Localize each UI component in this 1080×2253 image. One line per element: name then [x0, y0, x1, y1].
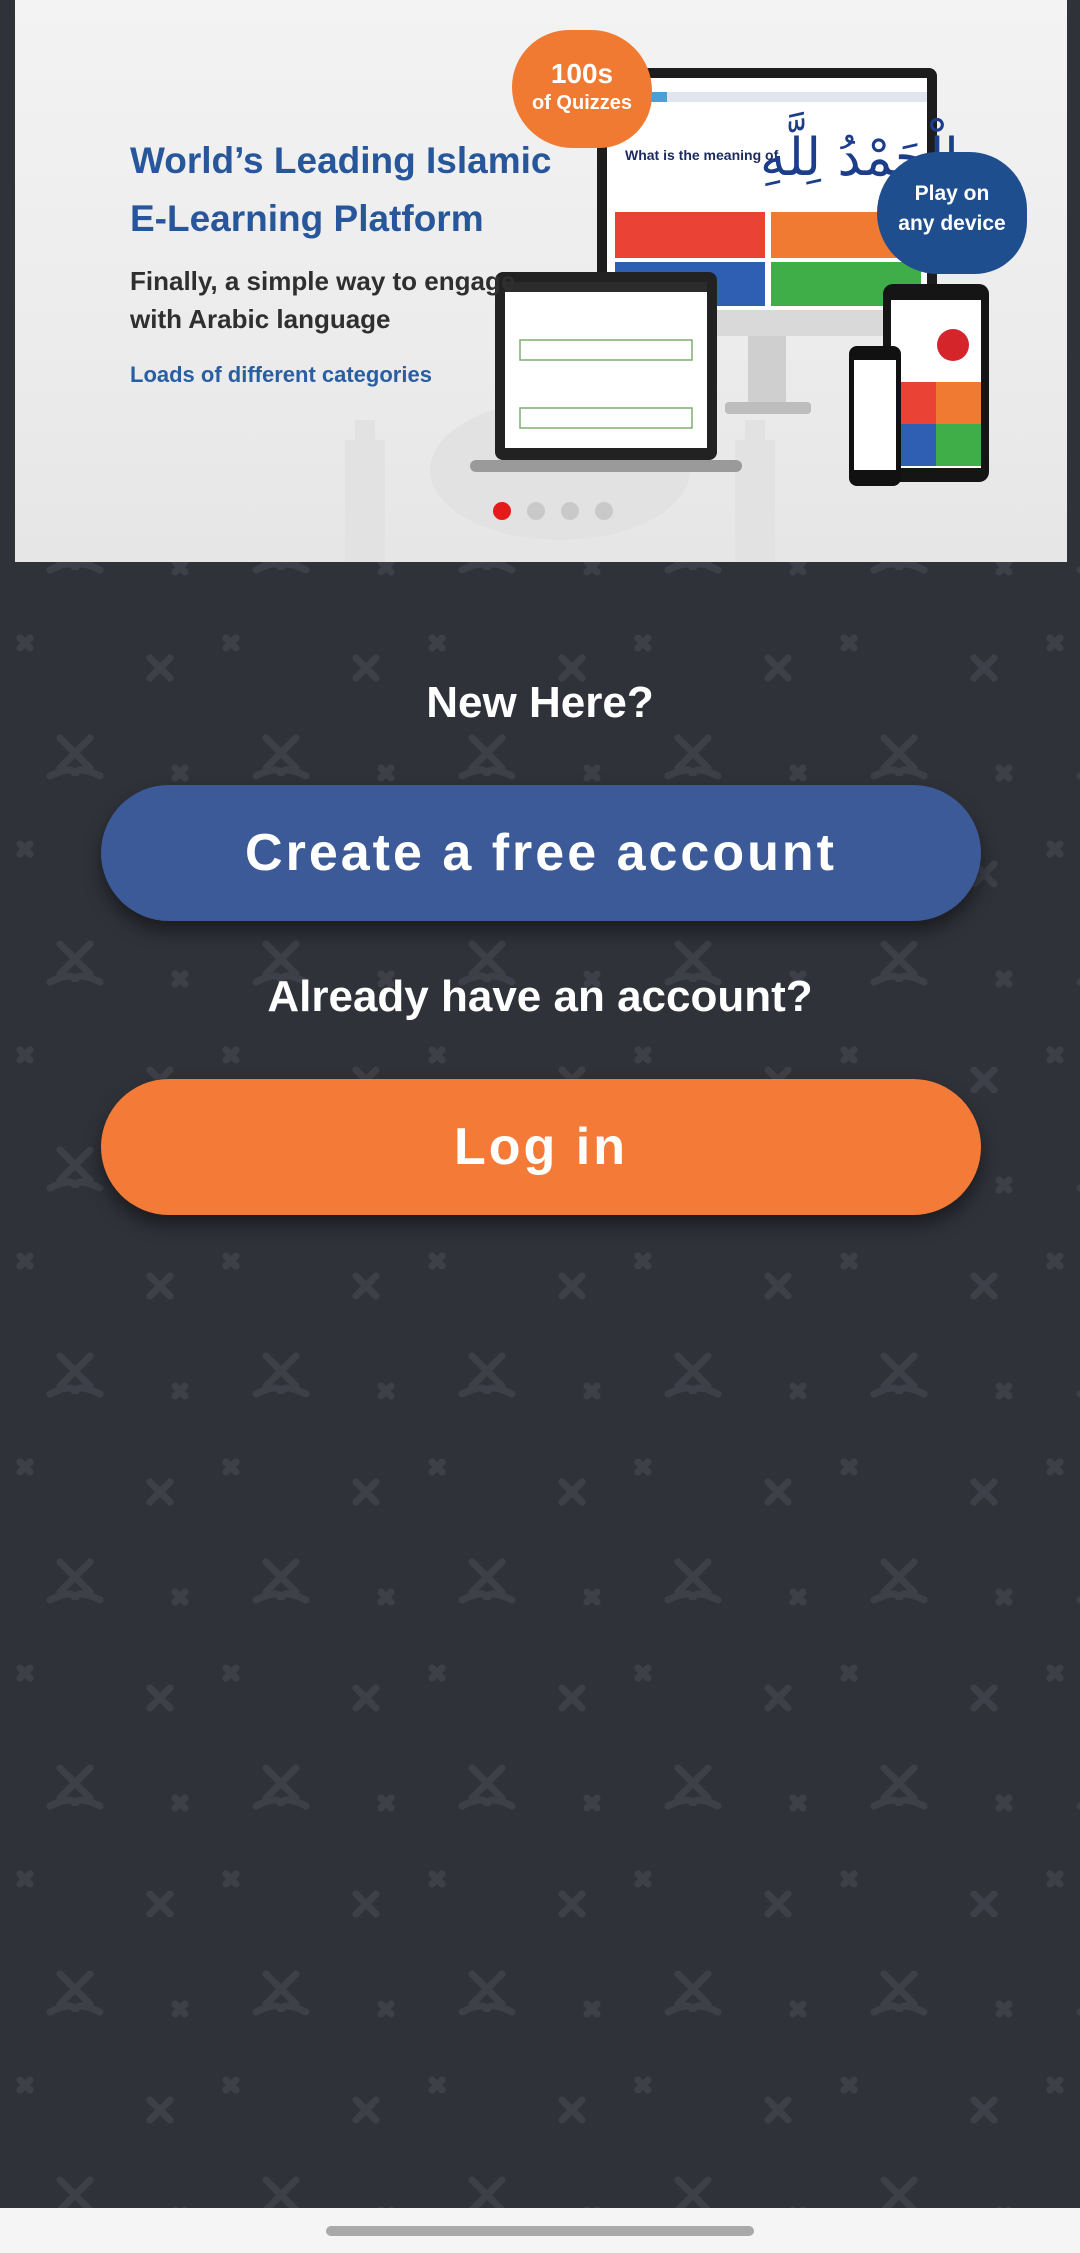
- banner-headline: World’s Leading Islamic E-Learning Platf…: [130, 132, 552, 248]
- carousel-indicator: [493, 502, 613, 520]
- any-device-badge-line2: any device: [898, 212, 1006, 235]
- quizzes-badge-line2: of Quizzes: [531, 92, 632, 114]
- banner-headline-line2: E-Learning Platform: [130, 198, 484, 239]
- existing-account-prompt: Already have an account?: [267, 972, 813, 1021]
- banner-subline-line1: Finally, a simple way to engage: [130, 266, 516, 296]
- home-indicator[interactable]: [326, 2226, 754, 2236]
- quizzes-badge: 100s of Quizzes: [512, 30, 652, 148]
- banner-categories-text: Loads of different categories: [130, 362, 432, 387]
- carousel-dot-2[interactable]: [527, 502, 545, 520]
- login-button[interactable]: Log in: [101, 1079, 981, 1215]
- system-navigation-bar: [0, 2208, 1080, 2253]
- quizzes-badge-line1: 100s: [550, 58, 614, 89]
- any-device-badge-line1: Play on: [914, 182, 990, 205]
- banner-headline-line1: World’s Leading Islamic: [130, 140, 552, 181]
- banner-subline: Finally, a simple way to engage with Ara…: [130, 262, 515, 338]
- carousel-dot-3[interactable]: [561, 502, 579, 520]
- carousel-dot-4[interactable]: [595, 502, 613, 520]
- create-account-button[interactable]: Create a free account: [101, 785, 981, 921]
- banner-subline-line2: with Arabic language: [130, 304, 391, 334]
- any-device-badge: Play on any device: [877, 152, 1027, 274]
- carousel-dot-1[interactable]: [493, 502, 511, 520]
- hero-banner[interactable]: World’s Leading Islamic E-Learning Platf…: [15, 0, 1067, 562]
- new-here-prompt: New Here?: [426, 678, 654, 727]
- monitor-question-text: What is the meaning of: [625, 147, 779, 163]
